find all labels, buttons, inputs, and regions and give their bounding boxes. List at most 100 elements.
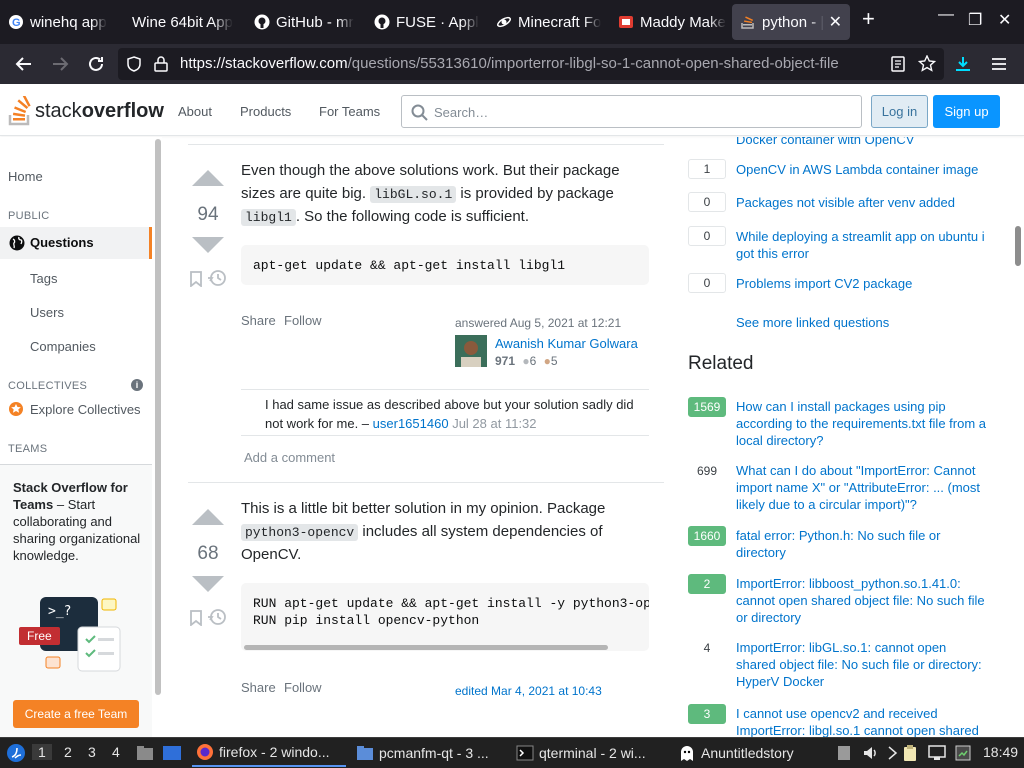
upvote-icon[interactable]: [190, 508, 226, 526]
nav-questions[interactable]: Questions: [0, 227, 152, 259]
nav-companies[interactable]: Companies: [30, 339, 96, 354]
linked-question[interactable]: 1 OpenCV in AWS Lambda container image: [688, 159, 988, 183]
tab-python-active[interactable]: python - | ✕: [732, 4, 850, 40]
bookmark-icon[interactable]: [189, 271, 203, 288]
edited-date[interactable]: edited Mar 4, 2021 at 10:43: [455, 684, 602, 698]
inline-code: libgl1: [241, 209, 296, 226]
url-bar[interactable]: https://stackoverflow.com/questions/5531…: [118, 48, 944, 80]
nav-explore-collectives[interactable]: Explore Collectives: [30, 402, 141, 417]
related-question[interactable]: 3 I cannot use opencv2 and received Impor…: [688, 704, 988, 737]
search-icon: [411, 104, 428, 121]
power-manager-icon[interactable]: [954, 744, 972, 762]
workspace-2[interactable]: 2: [64, 744, 72, 760]
search-input[interactable]: Search…: [401, 95, 862, 128]
reload-icon[interactable]: [84, 52, 108, 76]
signup-button[interactable]: Sign up: [933, 95, 1000, 128]
bookmark-icon[interactable]: [189, 610, 203, 627]
workspace-1[interactable]: 1: [32, 744, 52, 760]
linked-question[interactable]: 0 Problems import CV2 package: [688, 273, 988, 297]
teams-promo-text: Stack Overflow for Teams – Start collabo…: [13, 479, 145, 564]
forward-icon[interactable]: [48, 52, 72, 76]
linked-question[interactable]: Docker container with OpenCV: [688, 137, 988, 148]
related-question-title: I cannot use opencv2 and received Import…: [736, 706, 979, 737]
tab-github[interactable]: GitHub - mr: [246, 4, 366, 40]
tray-arrow-icon[interactable]: [888, 746, 898, 760]
disk-icon[interactable]: [836, 744, 852, 762]
tab-winehq[interactable]: G winehq app: [0, 4, 122, 40]
linked-question[interactable]: 0 While deploying a streamlit app on ubun…: [688, 226, 988, 266]
author-name[interactable]: Awanish Kumar Golwara: [495, 336, 638, 351]
restore-icon[interactable]: ❐: [968, 10, 982, 30]
desktop-icon[interactable]: [162, 745, 182, 761]
back-icon[interactable]: [12, 52, 36, 76]
reader-view-icon[interactable]: [890, 56, 906, 72]
tab-fuse[interactable]: FUSE · Appl: [366, 4, 488, 40]
file-manager-launcher-icon[interactable]: [136, 745, 154, 761]
info-icon[interactable]: i: [131, 379, 143, 391]
follow-link[interactable]: Follow: [284, 680, 322, 695]
history-icon[interactable]: [207, 269, 227, 287]
downloads-icon[interactable]: [954, 55, 972, 73]
network-icon[interactable]: [928, 745, 946, 761]
tab-maddy[interactable]: Maddy Make: [610, 4, 732, 40]
nav-about[interactable]: About: [178, 104, 212, 119]
upvote-icon[interactable]: [190, 169, 226, 187]
share-link[interactable]: Share: [241, 680, 276, 695]
comment-user[interactable]: user1651460: [373, 416, 449, 431]
related-question[interactable]: 1569 How can I install packages using pip…: [688, 397, 988, 449]
follow-link[interactable]: Follow: [284, 313, 322, 328]
close-window-icon[interactable]: ✕: [998, 10, 1011, 30]
question-score: 0: [688, 273, 726, 293]
taskbar-anuntitledstory[interactable]: Anuntitledstory: [674, 739, 828, 767]
see-more-linked[interactable]: See more linked questions: [736, 315, 889, 330]
start-menu-icon[interactable]: [6, 743, 26, 763]
nav-tags[interactable]: Tags: [30, 271, 57, 286]
taskbar-app-label: firefox - 2 windo...: [219, 744, 330, 760]
answer-1-text-b: is provided by package: [456, 184, 614, 202]
workspace-3[interactable]: 3: [88, 744, 96, 760]
volume-icon[interactable]: [862, 744, 880, 762]
bronze-badge-count: 5: [550, 354, 558, 368]
page-scrollbar[interactable]: [1015, 226, 1021, 266]
related-question[interactable]: 699 What can I do about "ImportError: Can…: [688, 461, 988, 513]
clock[interactable]: 18:49: [983, 744, 1018, 760]
tab-minecraft[interactable]: Minecraft Fo: [488, 4, 610, 40]
tab-wine64[interactable]: Wine 64bit App: [124, 4, 248, 40]
clipboard-icon[interactable]: [902, 744, 918, 762]
nav-products[interactable]: Products: [240, 104, 291, 119]
folder-icon: [357, 746, 373, 760]
linked-question[interactable]: 0 Packages not visible after venv added: [688, 192, 988, 216]
new-tab-icon[interactable]: +: [862, 6, 875, 32]
add-comment-link[interactable]: Add a comment: [244, 450, 335, 465]
taskbar-qterminal[interactable]: qterminal - 2 wi...: [512, 739, 666, 767]
taskbar-pcmanfm[interactable]: pcmanfm-qt - 3 ...: [352, 739, 506, 767]
nav-for-teams[interactable]: For Teams: [319, 104, 380, 119]
menu-icon[interactable]: [990, 56, 1008, 72]
nav-users[interactable]: Users: [30, 305, 64, 320]
left-scrollbar[interactable]: [155, 139, 161, 695]
answer-2-text-a: This is a little bit better solution in …: [241, 500, 606, 517]
related-question[interactable]: 1660 fatal error: Python.h: No such file …: [688, 526, 988, 562]
bookmark-star-icon[interactable]: [918, 55, 936, 73]
share-link[interactable]: Share: [241, 313, 276, 328]
taskbar-firefox[interactable]: firefox - 2 windo...: [192, 739, 346, 767]
history-icon[interactable]: [207, 608, 227, 626]
close-tab-icon[interactable]: ✕: [829, 12, 842, 32]
related-question[interactable]: 2 ImportError: libboost_python.so.1.41.0:…: [688, 574, 988, 626]
login-button[interactable]: Log in: [871, 95, 928, 128]
lock-icon[interactable]: [154, 56, 168, 72]
avatar[interactable]: [455, 335, 487, 367]
ghost-icon: [681, 746, 693, 761]
shield-icon[interactable]: [126, 56, 142, 72]
github-icon: [374, 14, 390, 30]
create-team-button[interactable]: Create a free Team: [13, 700, 139, 728]
downvote-icon[interactable]: [190, 236, 226, 254]
answer-2-body: This is a little bit better solution in …: [241, 498, 641, 567]
workspace-4[interactable]: 4: [112, 744, 120, 760]
downvote-icon[interactable]: [190, 575, 226, 593]
code-scrollbar[interactable]: [244, 645, 608, 650]
so-logo[interactable]: stack overflow: [8, 96, 164, 126]
minimize-icon[interactable]: —: [938, 6, 954, 24]
related-question[interactable]: 4 ImportError: libGL.so.1: cannot open sh…: [688, 638, 988, 690]
nav-home[interactable]: Home: [8, 169, 43, 184]
